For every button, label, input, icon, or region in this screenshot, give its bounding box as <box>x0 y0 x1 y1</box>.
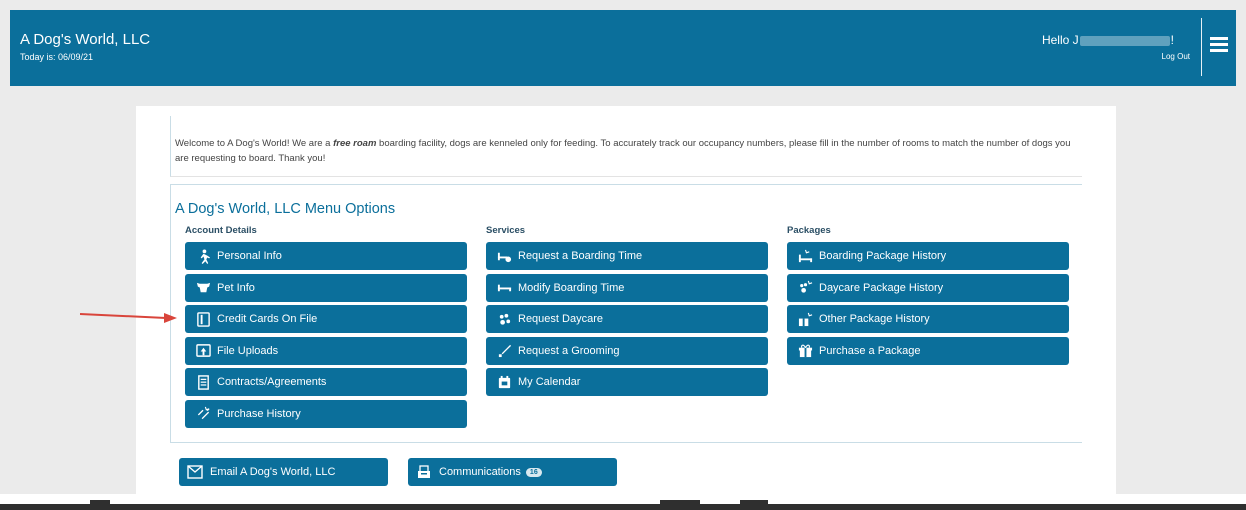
redacted-username <box>1079 35 1170 46</box>
packages-column: Packages Boarding Package History Daycar… <box>787 225 1069 368</box>
hamburger-menu-icon[interactable] <box>1210 37 1228 53</box>
communications-button[interactable]: Communications 16 <box>408 458 617 486</box>
pet-info-label: Pet Info <box>217 281 255 294</box>
boarding-package-label: Boarding Package History <box>819 250 947 262</box>
credit-card-icon <box>195 311 211 327</box>
boarding-package-history-button[interactable]: Boarding Package History <box>787 242 1069 270</box>
account-details-column: Account Details Personal Info Pet Info C… <box>185 225 467 431</box>
bed-history-icon <box>797 248 813 264</box>
credit-cards-on-file-button[interactable]: Credit Cards On File <box>185 305 467 333</box>
welcome-emphasis: free roam <box>333 138 377 149</box>
communications-icon <box>416 464 434 480</box>
other-package-label: Other Package History <box>819 313 930 325</box>
calendar-icon <box>496 374 512 390</box>
purchase-history-button[interactable]: Purchase History <box>185 399 467 428</box>
daycare-package-label: Daycare Package History <box>819 281 944 294</box>
request-grooming-button[interactable]: Request a Grooming <box>486 336 768 365</box>
top-header-bar: A Dog's World, LLC Today is: 06/09/21 He… <box>10 10 1236 86</box>
account-details-heading: Account Details <box>185 225 257 236</box>
pet-info-button[interactable]: Pet Info <box>185 273 467 302</box>
brush-icon <box>496 343 512 359</box>
purchase-package-label: Purchase a Package <box>819 344 921 357</box>
header-divider <box>1201 18 1202 76</box>
annotation-arrow <box>80 313 177 323</box>
modify-boarding-label: Modify Boarding Time <box>518 281 625 294</box>
purchase-history-label: Purchase History <box>217 407 301 420</box>
personal-info-label: Personal Info <box>217 250 282 262</box>
request-boarding-time-button[interactable]: Request a Boarding Time <box>486 242 768 270</box>
main-panel: Welcome to A Dog's World! We are a free … <box>136 106 1116 510</box>
email-business-button[interactable]: Email A Dog's World, LLC <box>179 458 388 486</box>
greeting-prefix: Hello J <box>1041 33 1079 47</box>
greeting-suffix: ! <box>1170 33 1174 47</box>
bed-plus-icon <box>496 248 512 264</box>
contracts-agreements-button[interactable]: Contracts/Agreements <box>185 368 467 396</box>
gift-icon <box>797 343 813 359</box>
daycare-package-history-button[interactable]: Daycare Package History <box>787 273 1069 302</box>
services-heading: Services <box>486 225 526 236</box>
contracts-label: Contracts/Agreements <box>217 376 327 388</box>
paws-icon <box>496 311 512 327</box>
modify-boarding-time-button[interactable]: Modify Boarding Time <box>486 273 768 302</box>
today-date: Today is: 06/09/21 <box>20 52 94 62</box>
welcome-message: Welcome to A Dog's World! We are a free … <box>170 116 1082 177</box>
cropped-bottom-edge <box>0 494 1246 510</box>
other-package-history-button[interactable]: Other Package History <box>787 305 1069 333</box>
request-daycare-label: Request Daycare <box>518 313 603 325</box>
history-icon <box>195 406 211 422</box>
welcome-text-before: Welcome to A Dog's World! We are a <box>175 138 334 149</box>
file-uploads-button[interactable]: File Uploads <box>185 336 467 365</box>
communications-count-badge: 16 <box>525 467 542 477</box>
request-boarding-label: Request a Boarding Time <box>518 250 643 262</box>
logout-link[interactable]: Log Out <box>1162 52 1190 61</box>
request-daycare-button[interactable]: Request Daycare <box>486 305 768 333</box>
services-column: Services Request a Boarding Time Modify … <box>486 225 768 400</box>
dog-icon <box>195 280 211 296</box>
person-walking-icon <box>195 248 211 264</box>
menu-title: A Dog's World, LLC Menu Options <box>175 201 396 217</box>
paw-history-icon <box>797 280 813 296</box>
request-grooming-label: Request a Grooming <box>518 344 620 357</box>
package-history-icon <box>797 311 813 327</box>
credit-cards-label: Credit Cards On File <box>217 313 318 325</box>
my-calendar-label: My Calendar <box>518 376 581 388</box>
document-icon <box>195 374 211 390</box>
email-button-label: Email A Dog's World, LLC <box>210 466 336 478</box>
menu-options-box: A Dog's World, LLC Menu Options Account … <box>170 184 1082 443</box>
upload-icon <box>195 343 211 359</box>
greeting: Hello J! <box>1042 33 1174 47</box>
purchase-a-package-button[interactable]: Purchase a Package <box>787 336 1069 365</box>
brand-name: A Dog's World, LLC <box>20 31 151 48</box>
bed-icon <box>496 280 512 296</box>
file-uploads-label: File Uploads <box>217 344 279 357</box>
my-calendar-button[interactable]: My Calendar <box>486 368 768 396</box>
envelope-icon <box>187 464 205 480</box>
packages-heading: Packages <box>787 225 831 236</box>
communications-label: Communications <box>439 466 521 478</box>
personal-info-button[interactable]: Personal Info <box>185 242 467 270</box>
